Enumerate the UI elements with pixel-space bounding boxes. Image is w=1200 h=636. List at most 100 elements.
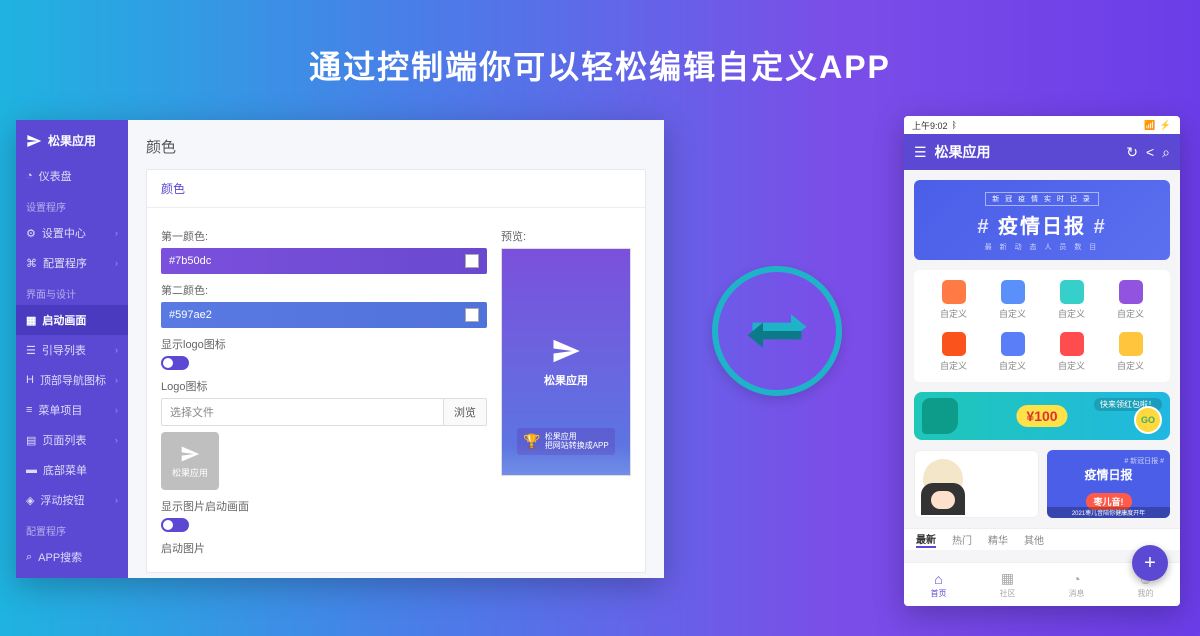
tab-latest[interactable]: 最新 bbox=[916, 531, 936, 548]
app-icon bbox=[1001, 280, 1025, 304]
nav-guide[interactable]: ☰引导列表› bbox=[16, 335, 128, 365]
grid-item[interactable]: 自定义 bbox=[1042, 328, 1101, 376]
tab-2[interactable]: 热门 bbox=[952, 532, 972, 547]
grid-item[interactable]: 自定义 bbox=[983, 328, 1042, 376]
sync-indicator bbox=[712, 266, 842, 396]
tab-4[interactable]: 其他 bbox=[1024, 532, 1044, 547]
nav-float[interactable]: ◈浮动按钮› bbox=[16, 485, 128, 515]
nav-dashboard[interactable]: ◔仪表盘 bbox=[16, 161, 128, 191]
label-showlogo: 显示logo图标 bbox=[161, 336, 487, 352]
hero-title: # 疫情日报 # bbox=[977, 210, 1106, 239]
label-color2: 第二颜色: bbox=[161, 282, 487, 298]
grid-label: 自定义 bbox=[1117, 359, 1144, 372]
card-footer: 2021枣儿音陪你健康度开年 bbox=[1047, 507, 1170, 518]
girl-icon bbox=[921, 483, 965, 515]
form-column: 第一颜色: #7b50dc 第二颜色: #597ae2 显示logo图标 Log… bbox=[161, 220, 487, 560]
admin-sidebar: 松果应用 ◔仪表盘 设置程序 ⚙设置中心› ⌘配置程序› 界面与设计 ▦启动画面… bbox=[16, 120, 128, 578]
hero-banner[interactable]: 新 冠 疫 情 实 时 记 录 # 疫情日报 # 最 新 动 态 人 员 数 目 bbox=[914, 180, 1170, 260]
label-startimg: 启动图片 bbox=[161, 540, 487, 556]
page-headline: 通过控制端你可以轻松编辑自定义APP bbox=[0, 0, 1200, 116]
mountains-decoration bbox=[502, 445, 630, 475]
app-icon bbox=[1060, 332, 1084, 356]
grid-item[interactable]: 自定义 bbox=[983, 276, 1042, 324]
swatch-icon bbox=[465, 254, 479, 268]
nav-config-app[interactable]: ⌘配置程序› bbox=[16, 248, 128, 278]
grid-item[interactable]: 自定义 bbox=[924, 276, 983, 324]
share-icon[interactable]: < bbox=[1146, 144, 1154, 160]
promo-amount: ¥100 bbox=[1016, 405, 1067, 427]
promo-banner[interactable]: 快来领红包啦！ ¥100 GO bbox=[914, 392, 1170, 440]
nav-group-ui: 界面与设计 bbox=[16, 278, 128, 305]
nav-menu[interactable]: ≡菜单项目› bbox=[16, 395, 128, 425]
search-icon[interactable]: ⌕ bbox=[1162, 144, 1170, 161]
cards-row: # 新冠日报 # 疫情日报 枣儿音! 2021枣儿音陪你健康度开年 bbox=[914, 450, 1170, 518]
grid-item[interactable]: 自定义 bbox=[1101, 276, 1160, 324]
browse-button[interactable]: 浏览 bbox=[443, 399, 486, 425]
hero-tag: 新 冠 疫 情 实 时 记 录 bbox=[985, 192, 1099, 206]
app-bar-title: 松果应用 bbox=[935, 142, 1119, 162]
app-icon bbox=[1060, 280, 1084, 304]
nav-search[interactable]: ⌕APP搜索 bbox=[16, 542, 128, 572]
app-icon bbox=[1119, 280, 1143, 304]
admin-main: 颜色 颜色 第一颜色: #7b50dc 第二颜色: #597ae2 显示logo… bbox=[128, 120, 664, 578]
grid-label: 自定义 bbox=[999, 359, 1026, 372]
nav-pagelist[interactable]: ▤页面列表› bbox=[16, 425, 128, 455]
grid-item[interactable]: 自定义 bbox=[924, 328, 983, 376]
label-preview: 预览: bbox=[501, 228, 631, 244]
page-title: 颜色 bbox=[146, 136, 646, 157]
grid-label: 自定义 bbox=[1058, 359, 1085, 372]
app-icon bbox=[942, 280, 966, 304]
nav-bottom[interactable]: ▬底部菜单 bbox=[16, 455, 128, 485]
nav-agent[interactable]: ⇄用户代理› bbox=[16, 572, 128, 578]
toggle-showimg[interactable] bbox=[161, 518, 189, 532]
status-time: 上午9:02 bbox=[912, 119, 948, 132]
splash-app-name: 松果应用 bbox=[544, 372, 588, 388]
input-color2[interactable]: #597ae2 bbox=[161, 302, 487, 328]
toggle-showlogo[interactable] bbox=[161, 356, 189, 370]
plus-icon: + bbox=[1144, 552, 1156, 575]
nav-splash[interactable]: ▦启动画面 bbox=[16, 305, 128, 335]
signal-icon: 📶 ⚡ bbox=[1144, 120, 1172, 131]
brand: 松果应用 bbox=[16, 120, 128, 161]
label-color1: 第一颜色: bbox=[161, 228, 487, 244]
grid-item[interactable]: 自定义 bbox=[1101, 328, 1160, 376]
nav-config-center[interactable]: ⚙设置中心› bbox=[16, 218, 128, 248]
grid-item[interactable]: 自定义 bbox=[1042, 276, 1101, 324]
paper-plane-icon bbox=[26, 133, 42, 149]
menu-icon[interactable]: ☰ bbox=[914, 144, 927, 161]
nav-message[interactable]: ◔消息 bbox=[1042, 571, 1111, 599]
splash-preview: 松果应用 🏆 松果应用把网站转换成APP bbox=[501, 248, 631, 476]
file-input-logo[interactable]: 选择文件浏览 bbox=[161, 398, 487, 426]
phone-preview: 上午9:02 ᛒ 📶 ⚡ ☰ 松果应用 ↻ < ⌕ 新 冠 疫 情 实 时 记 录… bbox=[904, 116, 1180, 606]
nav-home[interactable]: ⌂首页 bbox=[904, 571, 973, 599]
fab-add[interactable]: + bbox=[1132, 545, 1168, 581]
grid-label: 自定义 bbox=[1117, 307, 1144, 320]
nav-community[interactable]: ▦社区 bbox=[973, 570, 1042, 599]
nav-group-config2: 配置程序 bbox=[16, 515, 128, 542]
content-tabs: 最新 热门 精华 其他 bbox=[904, 528, 1180, 550]
bluetooth-icon: ᛒ bbox=[952, 120, 957, 130]
paper-plane-icon bbox=[551, 336, 581, 366]
grid-label: 自定义 bbox=[940, 359, 967, 372]
logo-preview: 松果应用 bbox=[161, 432, 219, 490]
card-tag: # 新冠日报 # bbox=[1124, 456, 1164, 466]
input-color1[interactable]: #7b50dc bbox=[161, 248, 487, 274]
color-card: 颜色 第一颜色: #7b50dc 第二颜色: #597ae2 显示logo图标 … bbox=[146, 169, 646, 573]
stage: 松果应用 ◔仪表盘 设置程序 ⚙设置中心› ⌘配置程序› 界面与设计 ▦启动画面… bbox=[0, 116, 1200, 636]
go-button[interactable]: GO bbox=[1134, 406, 1162, 434]
nav-topnav[interactable]: H顶部导航图标› bbox=[16, 365, 128, 395]
nav-group-config: 设置程序 bbox=[16, 191, 128, 218]
app-icon bbox=[942, 332, 966, 356]
refresh-icon[interactable]: ↻ bbox=[1126, 144, 1138, 161]
brand-label: 松果应用 bbox=[48, 132, 96, 149]
grid-label: 自定义 bbox=[999, 307, 1026, 320]
label-showimg: 显示图片启动画面 bbox=[161, 498, 487, 514]
preview-column: 预览: 松果应用 🏆 松果应用把网站转换成APP bbox=[501, 220, 631, 560]
home-icon: ⌂ bbox=[934, 571, 942, 587]
mini-card-left[interactable] bbox=[914, 450, 1039, 518]
mini-card-right[interactable]: # 新冠日报 # 疫情日报 枣儿音! 2021枣儿音陪你健康度开年 bbox=[1047, 450, 1170, 518]
hero-subtitle: 最 新 动 态 人 员 数 目 bbox=[977, 242, 1106, 252]
phone-content[interactable]: 新 冠 疫 情 实 时 记 录 # 疫情日报 # 最 新 动 态 人 员 数 目… bbox=[904, 170, 1180, 562]
icon-grid: 自定义自定义自定义自定义自定义自定义自定义自定义 bbox=[914, 270, 1170, 382]
tab-3[interactable]: 精华 bbox=[988, 532, 1008, 547]
